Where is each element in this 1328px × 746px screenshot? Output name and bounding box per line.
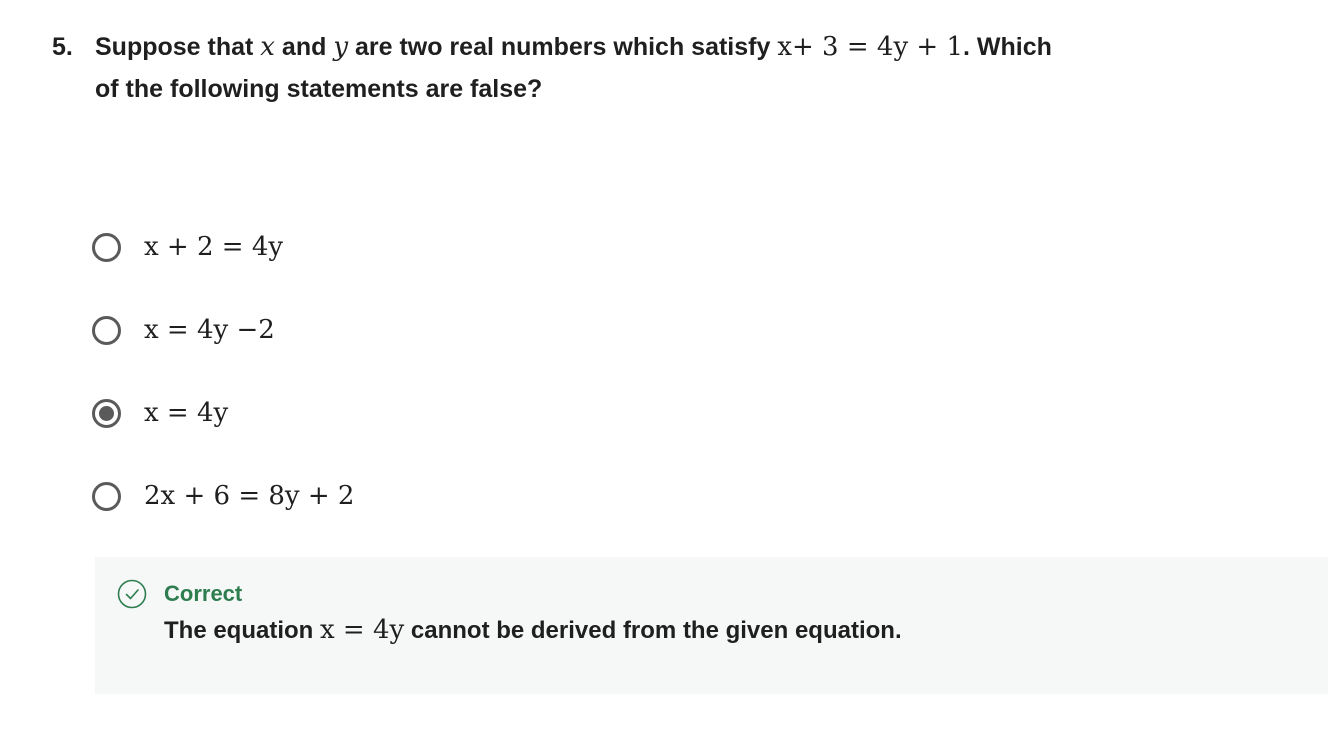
option-label: 2x + 6 = 8y + 2 — [144, 481, 355, 511]
feedback-equation: x = 4y — [320, 615, 405, 645]
question-text-part2: and — [274, 33, 334, 61]
feedback-panel: Correct The equation x = 4y cannot be de… — [95, 557, 1328, 694]
radio-button[interactable] — [92, 315, 121, 345]
feedback-explanation: The equation x = 4y cannot be derived fr… — [164, 615, 1264, 645]
option-4[interactable]: 2x + 6 = 8y + 2 — [92, 475, 992, 517]
answer-options: x + 2 = 4y x = 4y −2 x = 4y 2x + 6 = 8y … — [92, 226, 992, 558]
question-number: 5. — [52, 33, 73, 61]
radio-button[interactable] — [92, 481, 121, 511]
check-circle-icon — [117, 579, 147, 609]
feedback-status: Correct — [164, 581, 243, 606]
question-text: Suppose that x and y are two real number… — [95, 26, 1075, 110]
question-var-y: y — [333, 32, 349, 62]
option-label: x = 4y −2 — [144, 315, 275, 345]
option-2[interactable]: x = 4y −2 — [92, 309, 992, 351]
option-label: x + 2 = 4y — [144, 232, 284, 262]
question-equation: x+ 3 = 4y + 1 — [777, 32, 963, 62]
question-var-x: x — [260, 32, 275, 62]
option-1[interactable]: x + 2 = 4y — [92, 226, 992, 268]
radio-button-selected[interactable] — [92, 398, 121, 428]
option-3[interactable]: x = 4y — [92, 392, 992, 434]
question-text-part3: are two real numbers which satisfy — [348, 33, 778, 61]
feedback-text-after: cannot be derived from the given equatio… — [404, 617, 902, 644]
option-label: x = 4y — [144, 398, 229, 428]
feedback-text-before: The equation — [164, 617, 320, 644]
question-text-part1: Suppose that — [95, 33, 261, 61]
radio-button[interactable] — [92, 232, 121, 262]
